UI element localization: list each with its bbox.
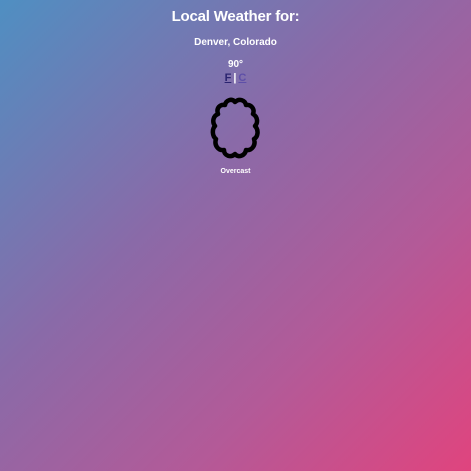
condition-label: Overcast bbox=[220, 168, 251, 175]
fahrenheit-toggle[interactable]: F bbox=[225, 72, 232, 84]
temperature-value: 90° bbox=[227, 59, 244, 70]
page-title: Local Weather for: bbox=[171, 8, 300, 25]
cloud-icon bbox=[210, 97, 260, 159]
celsius-toggle[interactable]: C bbox=[238, 72, 246, 84]
location-label: Denver, Colorado bbox=[194, 37, 277, 48]
unit-toggle: F | C bbox=[0, 72, 471, 84]
unit-separator: | bbox=[233, 72, 237, 84]
